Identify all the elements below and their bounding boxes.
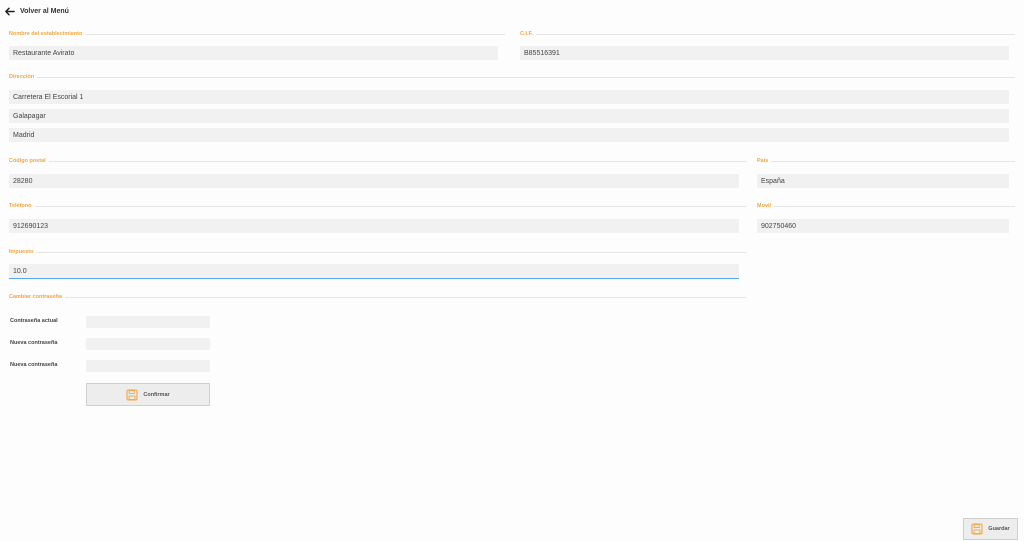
arrow-left-icon: [5, 7, 15, 15]
tax-legend: Impuesto: [9, 248, 746, 256]
legend-divider: [48, 160, 746, 162]
confirm-password-button[interactable]: Confirmar: [86, 383, 210, 406]
address-label: Dirección: [9, 74, 35, 80]
legend-divider: [535, 33, 1015, 35]
new-password-label: Nueva contraseña: [10, 340, 58, 346]
legend-divider: [774, 205, 1015, 207]
confirm-label: Confirmar: [143, 391, 170, 398]
current-password-label: Contraseña actual: [10, 318, 58, 324]
mobile-legend: Movil: [757, 202, 1015, 210]
phone-legend: Teléfono: [9, 202, 746, 210]
tax-label: Impuesto: [9, 249, 34, 255]
establishment-name-field[interactable]: Restaurante Avirato: [9, 46, 498, 60]
legend-divider: [34, 205, 746, 207]
postal-code-field[interactable]: 28280: [9, 174, 739, 188]
cif-field[interactable]: B85516391: [520, 46, 1009, 60]
change-password-legend: Cambiar contraseña: [9, 293, 746, 301]
save-label: Guardar: [988, 526, 1010, 532]
address-line1-field[interactable]: Carretera El Escorial 1: [9, 90, 1009, 104]
address-legend: Dirección: [9, 73, 1015, 81]
back-label: Volver al Menú: [20, 7, 69, 15]
change-password-label: Cambiar contraseña: [9, 294, 62, 300]
repeat-password-input[interactable]: [86, 360, 210, 372]
country-label: País: [757, 158, 769, 164]
tax-field[interactable]: 10.0: [9, 264, 739, 279]
cif-label: C.I.F.: [520, 31, 533, 37]
save-button[interactable]: Guardar: [963, 518, 1018, 540]
address-line2-field[interactable]: Galapagar: [9, 109, 1009, 123]
mobile-field[interactable]: 902750460: [757, 219, 1009, 233]
cif-legend: C.I.F.: [520, 30, 1015, 38]
repeat-password-label: Nueva contraseña: [10, 362, 58, 368]
country-field[interactable]: España: [757, 174, 1009, 188]
floppy-disk-icon: [971, 523, 983, 535]
legend-divider: [64, 296, 746, 298]
floppy-disk-icon: [126, 388, 138, 401]
address-line3-field[interactable]: Madrid: [9, 128, 1009, 142]
legend-divider: [85, 33, 505, 35]
legend-divider: [36, 251, 746, 253]
mobile-label: Movil: [757, 203, 772, 209]
new-password-input[interactable]: [86, 338, 210, 350]
legend-divider: [771, 160, 1015, 162]
back-to-menu-link[interactable]: Volver al Menú: [4, 4, 69, 18]
current-password-input[interactable]: [86, 316, 210, 328]
phone-field[interactable]: 912690123: [9, 219, 739, 233]
country-legend: País: [757, 157, 1015, 165]
phone-label: Teléfono: [9, 203, 32, 209]
legend-divider: [37, 76, 1015, 78]
establishment-name-legend: Nombre del establecimiento: [9, 30, 505, 38]
postal-code-legend: Código postal: [9, 157, 746, 165]
establishment-name-label: Nombre del establecimiento: [9, 31, 83, 37]
postal-code-label: Código postal: [9, 158, 46, 164]
